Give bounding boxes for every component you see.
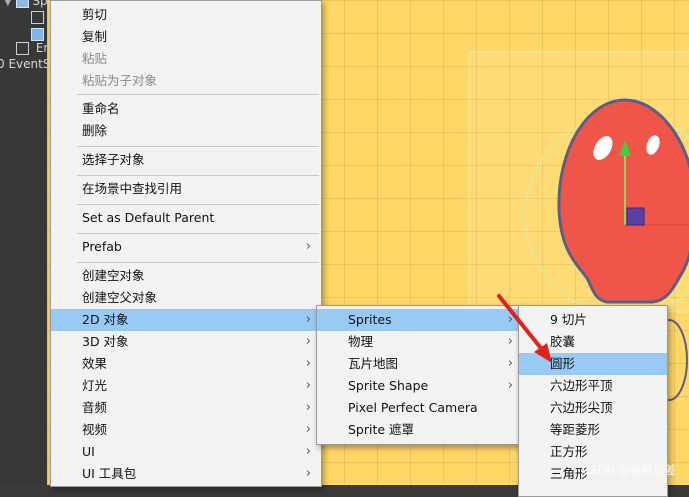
hierarchy-item-label: Sp: [32, 0, 48, 8]
cube-icon: [31, 28, 44, 41]
cube-icon: [16, 42, 29, 55]
hierarchy-panel: ▼ Sp Er 0 EventSy: [0, 0, 50, 485]
hierarchy-item-label: 0 EventSy: [0, 57, 50, 71]
cube-icon: [31, 11, 44, 24]
red-arrow-annotation: [497, 294, 546, 354]
hierarchy-row[interactable]: [31, 10, 44, 28]
scene-view[interactable]: [47, 0, 689, 485]
expand-arrow-icon[interactable]: ▼: [4, 0, 12, 8]
hierarchy-row[interactable]: 0 EventSy: [0, 57, 50, 75]
annotation-layer: [497, 294, 552, 363]
cube-icon: [15, 0, 29, 8]
